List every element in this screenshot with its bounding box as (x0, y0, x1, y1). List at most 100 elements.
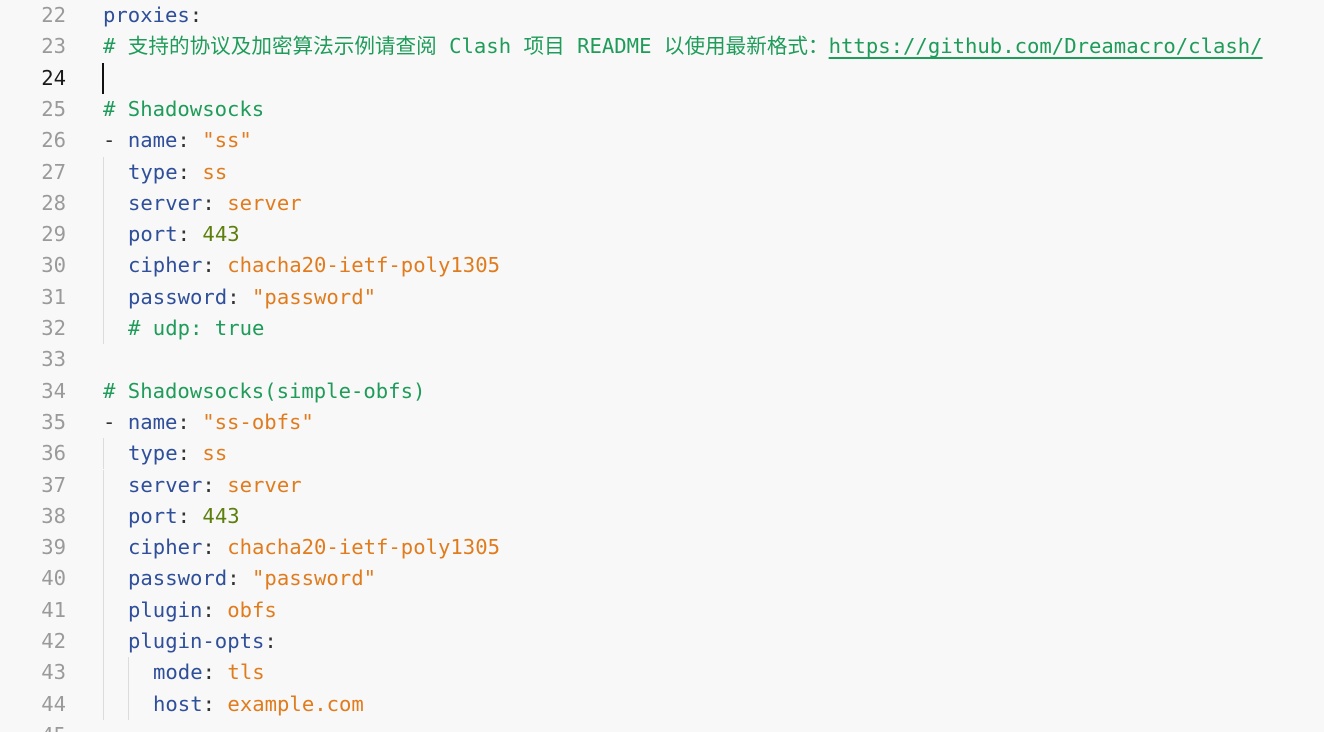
comment-link[interactable]: https://github.com/Dreamacro/clash/ (829, 34, 1263, 58)
indent-guide (103, 594, 104, 626)
code-line[interactable]: 25 # Shadowsocks (0, 94, 1324, 125)
indent-guide (103, 532, 104, 564)
code-line[interactable]: 32 # udp: true (0, 313, 1324, 345)
yaml-value: "ss-obfs" (202, 409, 314, 434)
code-line[interactable]: 24 (0, 62, 1324, 94)
yaml-comment: # 支持的协议及加密算法示例请查阅 Clash 项目 README 以使用最新格… (103, 34, 829, 59)
code-content: cipher: chacha20-ietf-poly1305 (128, 532, 500, 563)
code-line[interactable]: 26 - name: "ss" (0, 125, 1324, 156)
line-number: 27 (41, 159, 66, 184)
yaml-punct: : (177, 222, 203, 247)
code-line[interactable]: 31 password: "password" (0, 281, 1324, 313)
yaml-key: cipher (128, 535, 203, 560)
yaml-value: chacha20-ietf-poly1305 (227, 535, 500, 560)
yaml-key: name (127, 128, 178, 153)
indent-guide (103, 469, 104, 501)
yaml-key: type (128, 441, 178, 466)
code-line[interactable]: 23 # 支持的协议及加密算法示例请查阅 Clash 项目 README 以使用最… (0, 31, 1324, 62)
yaml-key: proxies (103, 3, 190, 27)
code-line[interactable]: 22 proxies: (0, 0, 1324, 31)
line-number: 41 (41, 597, 66, 622)
line-number: 35 (41, 409, 66, 434)
indent-guide (103, 219, 104, 251)
yaml-punct: : (202, 597, 228, 622)
code-content: type: ss (128, 157, 227, 188)
indent-guide (128, 657, 129, 689)
line-number: 43 (41, 660, 66, 685)
code-line[interactable]: 43 mode: tls (0, 657, 1324, 689)
yaml-key: server (128, 190, 203, 215)
yaml-value: example.com (227, 691, 364, 716)
line-number: 29 (41, 222, 66, 247)
code-line[interactable]: 38 port: 443 (0, 500, 1324, 533)
yaml-value: server (227, 472, 302, 497)
yaml-punct: : (227, 284, 253, 309)
yaml-value: ss (202, 159, 228, 184)
yaml-punct: : (177, 503, 203, 528)
code-content: mode: tls (153, 657, 265, 688)
code-line[interactable]: 37 server: server (0, 469, 1324, 501)
line-number: 30 (41, 253, 66, 278)
line-number: 37 (41, 472, 66, 497)
line-number: 38 (41, 503, 66, 528)
yaml-comment: # Shadowsocks (103, 96, 265, 121)
code-line[interactable]: 27 type: ss (0, 156, 1324, 188)
yaml-punct: : (177, 441, 203, 466)
yaml-punct: : (189, 3, 203, 27)
code-line[interactable]: 36 type: ss (0, 438, 1324, 470)
line-number: 44 (41, 691, 66, 716)
code-content: cipher: chacha20-ietf-poly1305 (128, 250, 500, 281)
line-number: 26 (41, 128, 66, 153)
yaml-comment: # udp: true (128, 316, 265, 340)
indent-guide (103, 500, 104, 533)
indent-guide (103, 281, 104, 313)
code-line[interactable]: 44 host: example.com (0, 688, 1324, 720)
code-content: server: server (128, 188, 302, 219)
line-number: 42 (41, 629, 66, 653)
code-line[interactable]: 34 # Shadowsocks(simple-obfs) (0, 376, 1324, 407)
code-content: password: "password" (128, 282, 376, 313)
yaml-key: port (128, 503, 178, 528)
yaml-value: "password" (252, 284, 377, 309)
yaml-key: host (153, 691, 203, 716)
yaml-key: port (128, 222, 178, 247)
indent-guide (103, 187, 104, 220)
code-content: - name: "ss-obfs" (103, 407, 314, 438)
code-content: port: 443 (128, 501, 240, 532)
code-line[interactable]: 45 (0, 720, 1324, 732)
line-number: 22 (41, 3, 66, 27)
code-content: plugin: obfs (128, 595, 277, 626)
yaml-value: obfs (227, 597, 277, 622)
code-content: host: example.com (153, 689, 364, 720)
text-cursor (102, 62, 104, 94)
code-content: type: ss (128, 438, 227, 469)
code-line[interactable]: 30 cipher: chacha20-ietf-poly1305 (0, 250, 1324, 282)
yaml-key: password (128, 566, 228, 591)
code-line[interactable]: 29 port: 443 (0, 219, 1324, 251)
code-line[interactable]: 41 plugin: obfs (0, 594, 1324, 626)
code-editor[interactable]: 22 proxies: 23 # 支持的协议及加密算法示例请查阅 Clash 项目 R… (0, 0, 1324, 732)
yaml-key: type (128, 159, 178, 184)
code-content: # Shadowsocks (103, 94, 264, 125)
code-line[interactable]: 33 (0, 344, 1324, 375)
yaml-punct: : (202, 660, 228, 685)
indent-guide (103, 313, 104, 345)
yaml-punct: : (202, 472, 228, 497)
line-number: 31 (41, 284, 66, 309)
yaml-key: server (128, 472, 203, 497)
indent-guide (103, 438, 104, 470)
code-line[interactable]: 42 plugin-opts: (0, 626, 1324, 658)
yaml-punct: : (264, 629, 277, 653)
yaml-value: "password" (252, 566, 377, 591)
yaml-punct: : (177, 128, 203, 153)
code-line[interactable]: 39 cipher: chacha20-ietf-poly1305 (0, 532, 1324, 564)
code-content: # udp: true (128, 313, 264, 344)
line-number: 40 (41, 566, 66, 591)
code-line[interactable]: 35 - name: "ss-obfs" (0, 407, 1324, 438)
code-line[interactable]: 28 server: server (0, 187, 1324, 220)
yaml-punct: : (202, 691, 228, 716)
code-line[interactable]: 40 password: "password" (0, 563, 1324, 595)
yaml-number: 443 (202, 222, 240, 247)
yaml-value: tls (227, 660, 265, 685)
yaml-value: server (227, 190, 302, 215)
